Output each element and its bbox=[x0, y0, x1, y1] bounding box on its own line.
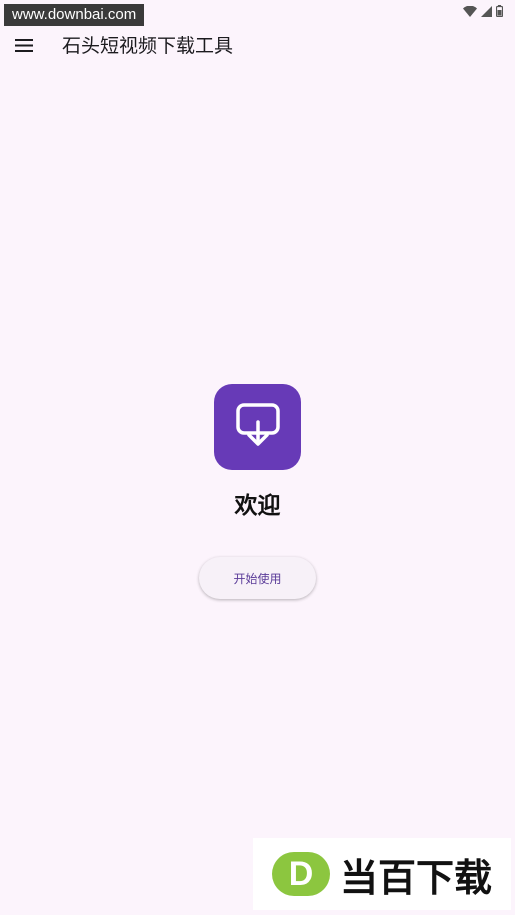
app-logo bbox=[214, 384, 301, 470]
menu-icon bbox=[15, 37, 33, 56]
watermark-brand-text: 当百下载 bbox=[339, 855, 492, 900]
menu-button[interactable] bbox=[10, 32, 38, 60]
welcome-title: 欢迎 bbox=[234, 493, 281, 519]
watermark-badge-letter: D bbox=[288, 855, 314, 893]
wifi-icon bbox=[463, 5, 477, 17]
signal-icon bbox=[481, 5, 492, 17]
watermark-logo: D 当百下载 bbox=[253, 838, 511, 910]
status-bar: www.downbai.com bbox=[0, 0, 515, 26]
watermark-url: www.downbai.com bbox=[4, 4, 145, 26]
download-screen-icon bbox=[235, 402, 281, 452]
app-bar: 石头短视频下载工具 bbox=[0, 26, 515, 66]
battery-icon bbox=[496, 5, 503, 17]
watermark-badge: D bbox=[271, 852, 330, 896]
status-icons bbox=[463, 4, 503, 18]
start-button[interactable]: 开始使用 bbox=[199, 557, 316, 599]
page-title: 石头短视频下载工具 bbox=[62, 35, 234, 57]
